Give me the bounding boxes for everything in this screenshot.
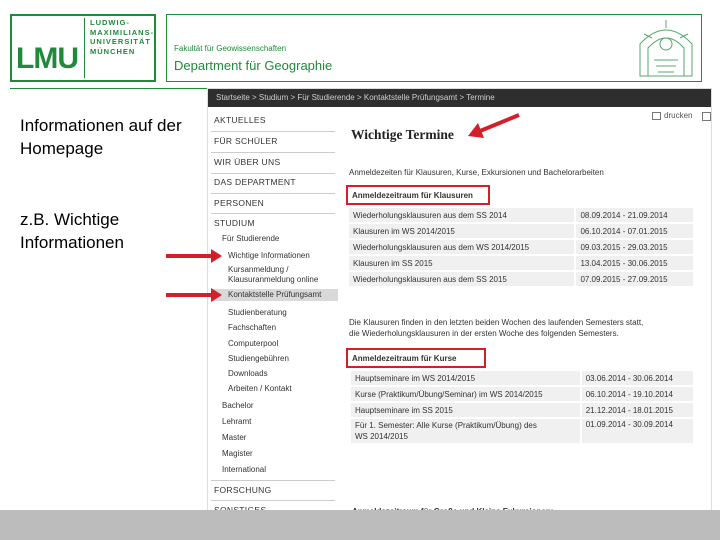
exam-note: Die Klausuren finden in den letzten beid… (349, 317, 643, 339)
table-row: Hauptseminare im WS 2014/2015 03.06.2014 … (351, 371, 693, 385)
breadcrumb-bar: Startseite > Studium > Für Studierende >… (208, 89, 711, 107)
nav-program-master[interactable]: Master (222, 433, 246, 442)
print-label: drucken (664, 111, 693, 120)
nav-sub-kursanmeldung[interactable]: Kursanmeldung / Klausuranmeldung online (228, 265, 333, 285)
section-heading-klausuren: Anmeldezeitraum für Klausuren (352, 191, 473, 200)
table-cell-date: 06.10.2014 - 07.01.2015 (576, 224, 693, 238)
table-row: Für 1. Semester: Alle Kurse (Praktikum/Ü… (351, 419, 693, 443)
nav-studium[interactable]: STUDIUM (214, 218, 255, 228)
table-cell-date: 21.12.2014 - 18.01.2015 (581, 403, 693, 417)
table-row: Wiederholungsklausuren aus dem SS 2014 08… (349, 208, 693, 222)
nav-sub-fachschaften[interactable]: Fachschaften (228, 323, 276, 333)
klausuren-table: Wiederholungsklausuren aus dem SS 2014 08… (347, 206, 695, 288)
nav-wir-ueber-uns[interactable]: WIR ÜBER UNS (214, 157, 280, 167)
table-row: Klausuren im WS 2014/2015 06.10.2014 - 07… (349, 224, 693, 238)
breadcrumb[interactable]: Startseite > Studium > Für Studierende >… (216, 93, 495, 102)
intro-text: Anmeldezeiten für Klausuren, Kurse, Exku… (349, 168, 604, 177)
table-cell-label: Hauptseminare im WS 2014/2015 (351, 371, 580, 385)
nav-aktuelles[interactable]: AKTUELLES (214, 115, 266, 125)
faculty-name: Fakultät für Geowissenschaften (174, 44, 287, 53)
website-screenshot: Startseite > Studium > Für Studierende >… (207, 88, 712, 523)
table-cell-label: Kurse (Praktikum/Übung/Seminar) im WS 20… (351, 387, 580, 401)
logo-abbreviation: LMU (16, 42, 79, 75)
nav-divider (211, 152, 335, 153)
kurse-table: Hauptseminare im WS 2014/2015 03.06.2014 … (349, 369, 695, 445)
nav-sub-downloads[interactable]: Downloads (228, 369, 268, 379)
table-row: Wiederholungsklausuren aus dem WS 2014/2… (349, 240, 693, 254)
print-link[interactable]: drucken (652, 111, 692, 120)
table-cell-label: Wiederholungsklausuren aus dem WS 2014/2… (349, 240, 575, 254)
nav-program-bachelor[interactable]: Bachelor (222, 401, 254, 410)
logo-line: MÜNCHEN (90, 46, 136, 56)
nav-forschung[interactable]: FORSCHUNG (214, 485, 271, 495)
nav-sub-computerpool[interactable]: Computerpool (228, 339, 278, 349)
nav-divider (211, 193, 335, 194)
nav-sub-arbeiten-kontakt[interactable]: Arbeiten / Kontakt (228, 384, 292, 394)
annotation-arrow-icon (166, 288, 222, 302)
nav-program-lehramt[interactable]: Lehramt (222, 417, 251, 426)
section-heading-kurse: Anmeldezeitraum für Kurse (352, 354, 457, 363)
logo-divider (84, 18, 85, 78)
logo-line: MAXIMILIANS- (90, 27, 155, 37)
nav-fuer-schueler[interactable]: FÜR SCHÜLER (214, 136, 278, 146)
nav-fuer-studierende[interactable]: Für Studierende (222, 234, 279, 243)
nav-personen[interactable]: PERSONEN (214, 198, 264, 208)
logo-line: LUDWIG- (90, 18, 130, 27)
table-cell-label: Hauptseminare im SS 2015 (351, 403, 580, 417)
table-row: Klausuren im SS 2015 13.04.2015 - 30.06.2… (349, 256, 693, 270)
info-icon[interactable] (702, 112, 711, 121)
annotation-arrow-icon (468, 113, 520, 138)
nav-sub-studienberatung[interactable]: Studienberatung (228, 308, 287, 318)
logo-wordmark: LUDWIG- MAXIMILIANS- UNIVERSITÄT MÜNCHEN (90, 18, 154, 56)
slide-text-homepage: Informationen auf der Homepage (20, 116, 182, 158)
nav-divider (211, 131, 335, 132)
table-row: Kurse (Praktikum/Übung/Seminar) im WS 20… (351, 387, 693, 401)
nav-sub-pruefungsamt[interactable]: Kontaktstelle Prüfungsamt (228, 290, 321, 300)
annotation-arrow-icon (166, 249, 222, 263)
table-cell-label: Klausuren im WS 2014/2015 (349, 224, 575, 238)
faculty-divider (166, 14, 167, 82)
table-cell-date: 07.09.2015 - 27.09.2015 (576, 272, 693, 286)
nav-program-magister[interactable]: Magister (222, 449, 253, 458)
nav-sub-wichtige-informationen[interactable]: Wichtige Informationen (228, 251, 310, 261)
table-cell-label: Für 1. Semester: Alle Kurse (Praktikum/Ü… (351, 419, 580, 443)
university-seal-icon (639, 20, 693, 77)
department-name: Department für Geographie (174, 58, 333, 73)
nav-das-department[interactable]: DAS DEPARTMENT (214, 177, 296, 187)
table-cell-line: WS 2014/2015 (355, 432, 408, 441)
table-cell-date: 06.10.2014 - 19.10.2014 (581, 387, 693, 401)
nav-program-international[interactable]: International (222, 465, 266, 474)
table-cell-date: 01.09.2014 - 30.09.2014 (581, 419, 693, 443)
table-row: Wiederholungsklausuren aus dem SS 2015 07… (349, 272, 693, 286)
page-title: Wichtige Termine (351, 127, 454, 142)
table-cell-label: Wiederholungsklausuren aus dem SS 2014 (349, 208, 575, 222)
nav-divider (211, 213, 335, 214)
table-cell-label: Wiederholungsklausuren aus dem SS 2015 (349, 272, 575, 286)
slide-text-example: z.B. Wichtige Informationen (20, 210, 124, 252)
table-cell-line: Für 1. Semester: Alle Kurse (Praktikum/Ü… (355, 421, 537, 430)
exam-note-line: Die Klausuren finden in den letzten beid… (349, 318, 644, 327)
footer-band (0, 510, 720, 540)
table-row: Hauptseminare im SS 2015 21.12.2014 - 18.… (351, 403, 693, 417)
exam-note-line: die Wiederholungsklausuren in der ersten… (349, 329, 619, 338)
table-cell-date: 09.03.2015 - 29.03.2015 (576, 240, 693, 254)
table-cell-date: 03.06.2014 - 30.06.2014 (581, 371, 693, 385)
print-icon (652, 111, 661, 120)
nav-sub-studiengebuehren[interactable]: Studiengebühren (228, 354, 289, 364)
logo-line: UNIVERSITÄT (90, 37, 152, 46)
table-cell-date: 08.09.2014 - 21.09.2014 (576, 208, 693, 222)
table-cell-label: Klausuren im SS 2015 (349, 256, 575, 270)
nav-divider (211, 500, 335, 501)
nav-divider (211, 480, 335, 481)
table-cell-date: 13.04.2015 - 30.06.2015 (576, 256, 693, 270)
nav-divider (211, 173, 335, 174)
